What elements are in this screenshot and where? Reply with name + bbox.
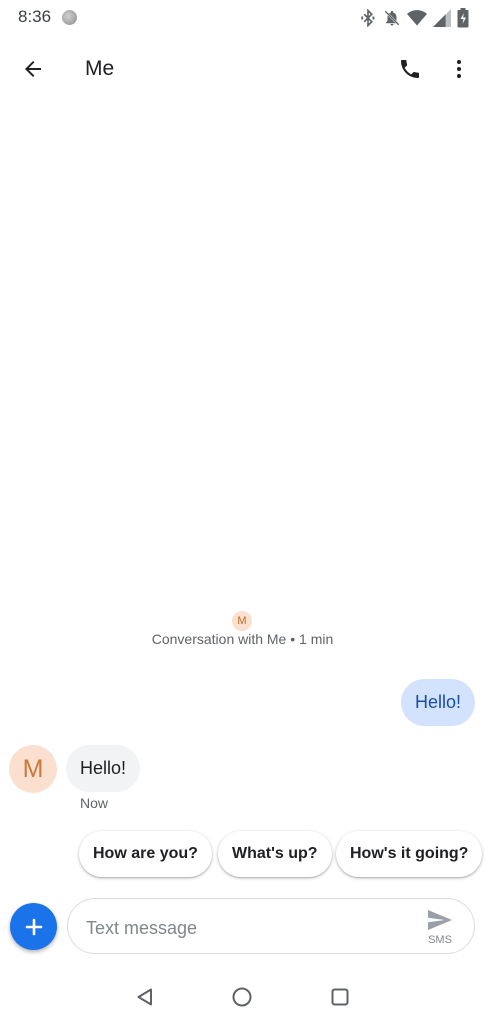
conversation-info: Conversation with Me • 1 min [151, 631, 334, 647]
more-vert-icon [457, 60, 461, 78]
send-button[interactable]: SMS [420, 905, 460, 949]
call-button[interactable] [391, 50, 429, 88]
home-circle-icon [232, 987, 252, 1007]
conversation-title: Me [85, 57, 115, 80]
battery-icon [457, 8, 469, 28]
attach-button[interactable] [10, 903, 57, 950]
status-icons [359, 8, 469, 28]
more-options-button[interactable] [440, 50, 478, 88]
app-bar: Me [0, 40, 485, 98]
nav-back-button[interactable] [128, 980, 162, 1014]
contact-avatar[interactable]: M [9, 745, 57, 793]
compose-bar: SMS [67, 898, 475, 954]
plus-icon [25, 918, 42, 935]
bluetooth-icon [359, 9, 377, 27]
messages-screen: 8:36 Me M Conversation with Me • 1 min H… [0, 0, 485, 1023]
recents-square-icon [331, 988, 349, 1006]
nav-home-button[interactable] [225, 980, 259, 1014]
message-timestamp: Now [80, 795, 109, 811]
status-bar: 8:36 [0, 0, 485, 36]
back-button[interactable] [14, 50, 52, 88]
back-triangle-icon [137, 988, 152, 1006]
signal-icon [433, 9, 451, 27]
smart-reply-chip[interactable]: How's it going? [336, 831, 483, 877]
outgoing-message-bubble[interactable]: Hello! [400, 679, 475, 726]
phone-icon [401, 60, 419, 78]
conversation-avatar: M [232, 611, 252, 631]
send-icon [428, 910, 452, 930]
system-nav-bar [0, 970, 485, 1023]
text-message-input[interactable] [84, 913, 408, 943]
status-time: 8:36 [18, 7, 52, 26]
smart-reply-chip[interactable]: How are you? [79, 831, 212, 877]
notification-dot-icon [62, 10, 77, 25]
nav-recents-button[interactable] [323, 980, 357, 1014]
incoming-message-bubble[interactable]: Hello! [66, 745, 141, 792]
notifications-off-icon [383, 9, 401, 27]
wifi-icon [407, 9, 427, 27]
sms-label: SMS [428, 934, 452, 946]
back-arrow-icon [25, 61, 41, 77]
smart-reply-chip[interactable]: What's up? [218, 831, 332, 877]
